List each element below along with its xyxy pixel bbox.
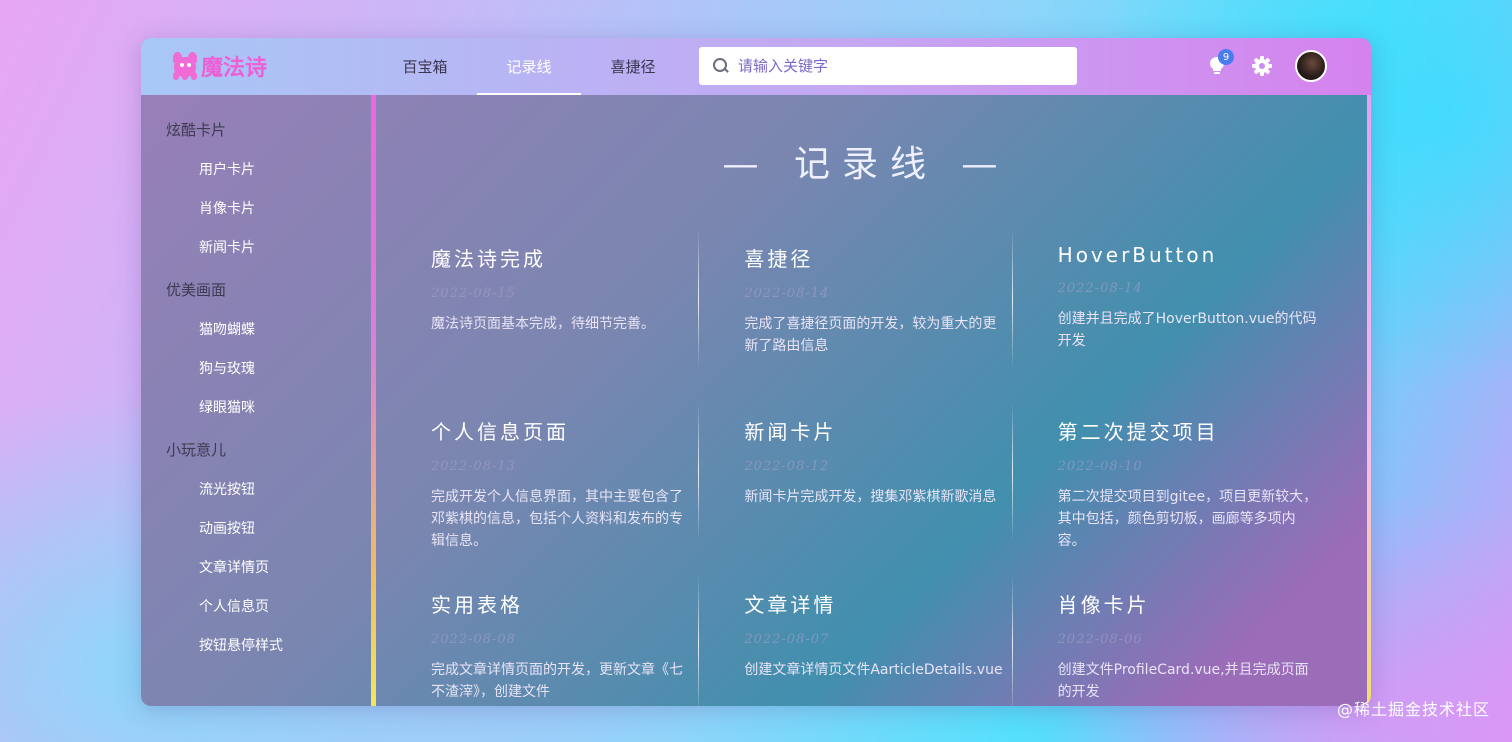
- timeline-card: HoverButton 2022-08-14 创建并且完成了HoverButto…: [1011, 229, 1367, 412]
- gear-icon: [1252, 56, 1272, 76]
- timeline-separator: [698, 402, 700, 542]
- sidebar-group-title[interactable]: 炫酷卡片: [141, 115, 371, 145]
- settings-button[interactable]: [1247, 51, 1277, 81]
- card-desc: 第二次提交项目到gitee，项目更新较大，其中包括，颜色剪切板，画廊等多项内容。: [1057, 489, 1318, 549]
- card-title: 实用表格: [431, 593, 523, 617]
- sidebar-group-title[interactable]: 优美画面: [141, 275, 371, 305]
- sidebar: 炫酷卡片 用户卡片 肖像卡片 新闻卡片 优美画面 猫吻蝴蝶 狗与玫瑰 绿眼猫咪 …: [141, 95, 371, 706]
- card-title: 肖像卡片: [1057, 593, 1150, 617]
- card-title: 喜捷径: [744, 247, 814, 271]
- timeline-separator: [698, 229, 700, 369]
- notification-button[interactable]: 9: [1203, 49, 1234, 81]
- card-desc: 完成文章详情页面的开发，更新文章《七不渣滓》，创建文件: [431, 662, 683, 700]
- card-desc: 魔法诗页面基本完成，待细节完善。: [431, 316, 655, 332]
- timeline-card: 实用表格 2022-08-08 完成文章详情页面的开发，更新文章《七不渣滓》，创…: [431, 583, 744, 706]
- card-desc: 创建并且完成了HoverButton.vue的代码开发: [1057, 311, 1317, 349]
- card-title: HoverButton: [1057, 243, 1218, 267]
- app-window: 魔法诗 百宝箱 记录线 喜捷径 9: [141, 38, 1371, 706]
- nav-item-xijiejing[interactable]: 喜捷径: [581, 38, 685, 95]
- timeline-card: 第二次提交项目 2022-08-10 第二次提交项目到gitee，项目更新较大，…: [1011, 402, 1367, 585]
- card-title: 文章详情: [744, 593, 837, 617]
- timeline-row: 个人信息页面 2022-08-13 完成开发个人信息界面，其中主要包含了邓紫棋的…: [431, 402, 1367, 585]
- header-tools: 9: [1203, 49, 1327, 82]
- main-nav: 百宝箱 记录线 喜捷径: [373, 38, 685, 95]
- sidebar-item-dog-rose[interactable]: 狗与玫瑰: [141, 350, 371, 389]
- scrollbar-track[interactable]: [1367, 95, 1371, 706]
- timeline-separator: [1011, 402, 1013, 542]
- sidebar-item-article-detail[interactable]: 文章详情页: [141, 549, 371, 588]
- card-desc: 完成开发个人信息界面，其中主要包含了邓紫棋的信息，包括个人资料和发布的专辑信息。: [431, 489, 683, 549]
- card-date: 2022-08-13: [431, 459, 516, 474]
- card-date: 2022-08-07: [744, 632, 830, 647]
- card-title: 个人信息页面: [431, 420, 569, 444]
- card-title: 新闻卡片: [744, 420, 837, 444]
- top-navbar: 魔法诗 百宝箱 记录线 喜捷径 9: [141, 38, 1371, 95]
- card-date: 2022-08-08: [431, 632, 516, 647]
- timeline-separator: [1011, 229, 1013, 369]
- card-desc: 新闻卡片完成开发，搜集邓紫棋新歌消息: [744, 489, 997, 505]
- notification-badge: 9: [1218, 49, 1234, 65]
- card-desc: 完成了喜捷径页面的开发，较为重大的更新了路由信息: [744, 316, 997, 354]
- watermark: @稀土掘金技术社区: [1336, 700, 1490, 719]
- card-date: 2022-08-14: [1057, 281, 1143, 296]
- sidebar-item-green-eye-cat[interactable]: 绿眼猫咪: [141, 389, 371, 428]
- timeline-separator: [1011, 575, 1013, 706]
- card-date: 2022-08-15: [431, 286, 516, 301]
- user-avatar[interactable]: [1295, 50, 1327, 82]
- nav-item-jiluxian[interactable]: 记录线: [477, 38, 581, 95]
- logo[interactable]: 魔法诗: [171, 50, 267, 82]
- octopus-logo-icon: [171, 52, 199, 80]
- sidebar-item-animated-button[interactable]: 动画按钮: [141, 510, 371, 549]
- search-icon: [713, 58, 729, 74]
- nav-item-baibaoxiang[interactable]: 百宝箱: [373, 38, 477, 95]
- sidebar-item-user-card[interactable]: 用户卡片: [141, 151, 371, 190]
- timeline-card: 魔法诗完成 2022-08-15 魔法诗页面基本完成，待细节完善。: [431, 237, 744, 412]
- timeline-card: 个人信息页面 2022-08-13 完成开发个人信息界面，其中主要包含了邓紫棋的…: [431, 410, 744, 585]
- sidebar-item-profile-page[interactable]: 个人信息页: [141, 588, 371, 627]
- timeline-card: 肖像卡片 2022-08-06 创建文件ProfileCard.vue,并且完成…: [1011, 575, 1367, 706]
- sidebar-item-hover-button-style[interactable]: 按钮悬停样式: [141, 627, 371, 666]
- sidebar-item-cat-butterfly[interactable]: 猫吻蝴蝶: [141, 311, 371, 350]
- card-date: 2022-08-10: [1057, 459, 1143, 474]
- timeline-row: 实用表格 2022-08-08 完成文章详情页面的开发，更新文章《七不渣滓》，创…: [431, 575, 1367, 706]
- card-date: 2022-08-14: [744, 286, 830, 301]
- card-desc: 创建文章详情页文件AarticleDetails.vue: [744, 662, 1003, 678]
- timeline-row: 魔法诗完成 2022-08-15 魔法诗页面基本完成，待细节完善。 喜捷径 20…: [431, 229, 1367, 412]
- main-content: — 记录线 — 魔法诗完成 2022-08-15 魔法诗页面基本完成，待细节完善…: [376, 95, 1367, 706]
- search-box: [699, 47, 1077, 85]
- sidebar-item-portrait-card[interactable]: 肖像卡片: [141, 190, 371, 229]
- sidebar-item-news-card[interactable]: 新闻卡片: [141, 229, 371, 268]
- card-date: 2022-08-12: [744, 459, 830, 474]
- card-desc: 创建文件ProfileCard.vue,并且完成页面的开发: [1057, 662, 1309, 700]
- card-title: 第二次提交项目: [1057, 420, 1219, 444]
- timeline: 魔法诗完成 2022-08-15 魔法诗页面基本完成，待细节完善。 喜捷径 20…: [431, 229, 1367, 706]
- timeline-card: 新闻卡片 2022-08-12 新闻卡片完成开发，搜集邓紫棋新歌消息: [698, 402, 1057, 585]
- app-name: 魔法诗: [201, 56, 268, 81]
- search-input[interactable]: [738, 57, 1058, 75]
- timeline-separator: [698, 575, 700, 706]
- timeline-card: 文章详情 2022-08-07 创建文章详情页文件AarticleDetails…: [698, 575, 1057, 706]
- sidebar-group-title[interactable]: 小玩意儿: [141, 435, 371, 465]
- page-title: — 记录线 —: [722, 144, 1010, 185]
- card-date: 2022-08-06: [1057, 632, 1143, 647]
- sidebar-item-glow-button[interactable]: 流光按钮: [141, 471, 371, 510]
- timeline-card: 喜捷径 2022-08-14 完成了喜捷径页面的开发，较为重大的更新了路由信息: [698, 229, 1057, 412]
- card-title: 魔法诗完成: [431, 247, 546, 271]
